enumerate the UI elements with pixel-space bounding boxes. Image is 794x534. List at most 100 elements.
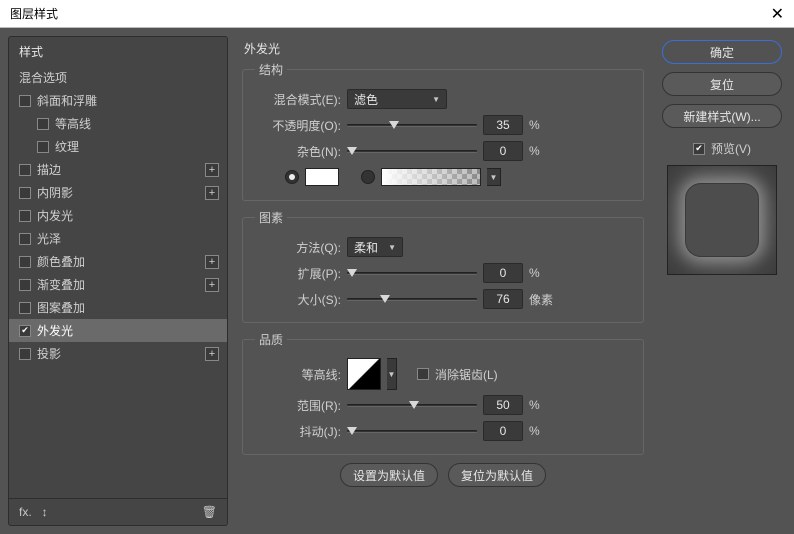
- range-label: 范围(R):: [255, 397, 341, 414]
- antialias-label: 消除锯齿(L): [435, 366, 498, 383]
- checkbox-contour[interactable]: [37, 118, 49, 130]
- jitter-input[interactable]: 0: [483, 421, 523, 441]
- sidebar-item-label: 外发光: [37, 322, 73, 339]
- opacity-label: 不透明度(O):: [255, 117, 341, 134]
- up-down-icon[interactable]: ↕: [42, 505, 48, 519]
- technique-dropdown[interactable]: 柔和 ▼: [347, 237, 403, 257]
- spread-input[interactable]: 0: [483, 263, 523, 283]
- noise-slider[interactable]: [347, 144, 477, 158]
- preview-label: 预览(V): [711, 140, 751, 157]
- checkbox-inner-glow[interactable]: [19, 210, 31, 222]
- sidebar-blending-options[interactable]: 混合选项: [9, 66, 227, 89]
- gradient-dropdown-icon[interactable]: ▼: [487, 168, 501, 186]
- sidebar-item-color-overlay[interactable]: 颜色叠加 +: [9, 250, 227, 273]
- size-slider[interactable]: [347, 292, 477, 306]
- sidebar-item-label: 颜色叠加: [37, 253, 85, 270]
- sidebar-item-stroke[interactable]: 描边 +: [9, 158, 227, 181]
- sidebar-item-gradient-overlay[interactable]: 渐变叠加 +: [9, 273, 227, 296]
- sidebar-item-bevel[interactable]: 斜面和浮雕: [9, 89, 227, 112]
- sidebar-header: 样式: [9, 37, 227, 66]
- sidebar-item-contour[interactable]: 等高线: [9, 112, 227, 135]
- right-panel: 确定 复位 新建样式(W)... 预览(V): [658, 36, 786, 526]
- checkbox-drop-shadow[interactable]: [19, 348, 31, 360]
- sidebar-item-texture[interactable]: 纹理: [9, 135, 227, 158]
- panel-title: 外发光: [244, 40, 644, 57]
- sidebar-item-label: 图案叠加: [37, 299, 85, 316]
- antialias-checkbox[interactable]: [417, 368, 429, 380]
- group-elements: 图素 方法(Q): 柔和 ▼ 扩展(P): 0 %: [242, 209, 644, 323]
- legend-elements: 图素: [255, 209, 287, 226]
- checkbox-outer-glow[interactable]: [19, 325, 31, 337]
- add-effect-icon[interactable]: +: [205, 255, 219, 269]
- sidebar-item-label: 内发光: [37, 207, 73, 224]
- jitter-unit: %: [529, 424, 559, 438]
- add-effect-icon[interactable]: +: [205, 347, 219, 361]
- jitter-slider[interactable]: [347, 424, 477, 438]
- sidebar-item-inner-shadow[interactable]: 内阴影 +: [9, 181, 227, 204]
- opacity-input[interactable]: 35: [483, 115, 523, 135]
- add-effect-icon[interactable]: +: [205, 163, 219, 177]
- size-label: 大小(S):: [255, 291, 341, 308]
- noise-input[interactable]: 0: [483, 141, 523, 161]
- jitter-label: 抖动(J):: [255, 423, 341, 440]
- checkbox-stroke[interactable]: [19, 164, 31, 176]
- blend-mode-dropdown[interactable]: 滤色 ▼: [347, 89, 447, 109]
- checkbox-inner-shadow[interactable]: [19, 187, 31, 199]
- reset-default-button[interactable]: 复位为默认值: [448, 463, 546, 487]
- checkbox-texture[interactable]: [37, 141, 49, 153]
- range-slider[interactable]: [347, 398, 477, 412]
- checkbox-color-overlay[interactable]: [19, 256, 31, 268]
- add-effect-icon[interactable]: +: [205, 186, 219, 200]
- checkbox-satin[interactable]: [19, 233, 31, 245]
- add-effect-icon[interactable]: +: [205, 278, 219, 292]
- opacity-slider[interactable]: [347, 118, 477, 132]
- checkbox-bevel[interactable]: [19, 95, 31, 107]
- cancel-button[interactable]: 复位: [662, 72, 782, 96]
- technique-value: 柔和: [354, 239, 378, 256]
- size-unit: 像素: [529, 291, 559, 308]
- preview-shape: [685, 183, 759, 257]
- spread-label: 扩展(P):: [255, 265, 341, 282]
- color-swatch[interactable]: [305, 168, 339, 186]
- styles-sidebar: 样式 混合选项 斜面和浮雕 等高线 纹理 描边 + 内阴影 + 内发光 光泽 颜…: [8, 36, 228, 526]
- preview-checkbox[interactable]: [693, 143, 705, 155]
- blend-mode-value: 滤色: [354, 91, 378, 108]
- noise-label: 杂色(N):: [255, 143, 341, 160]
- main-area: 外发光 结构 混合模式(E): 滤色 ▼ 不透明度(O): 35: [236, 36, 786, 526]
- set-default-button[interactable]: 设置为默认值: [340, 463, 438, 487]
- sidebar-item-label: 内阴影: [37, 184, 73, 201]
- fx-menu-icon[interactable]: fx.: [19, 505, 32, 519]
- spread-slider[interactable]: [347, 266, 477, 280]
- ok-button[interactable]: 确定: [662, 40, 782, 64]
- contour-dropdown-icon[interactable]: ▼: [387, 358, 397, 390]
- sidebar-footer: fx. ↕ 🗑: [9, 498, 227, 525]
- size-input[interactable]: 76: [483, 289, 523, 309]
- sidebar-item-drop-shadow[interactable]: 投影 +: [9, 342, 227, 365]
- sidebar-item-label: 等高线: [55, 115, 91, 132]
- blend-mode-label: 混合模式(E):: [255, 91, 341, 108]
- checkbox-gradient-overlay[interactable]: [19, 279, 31, 291]
- chevron-down-icon: ▼: [388, 243, 396, 252]
- new-style-button[interactable]: 新建样式(W)...: [662, 104, 782, 128]
- range-input[interactable]: 50: [483, 395, 523, 415]
- sidebar-item-inner-glow[interactable]: 内发光: [9, 204, 227, 227]
- settings-panel: 外发光 结构 混合模式(E): 滤色 ▼ 不透明度(O): 35: [236, 36, 650, 526]
- checkbox-pattern-overlay[interactable]: [19, 302, 31, 314]
- sidebar-item-label: 渐变叠加: [37, 276, 85, 293]
- contour-picker[interactable]: [347, 358, 381, 390]
- trash-icon[interactable]: 🗑: [202, 505, 217, 519]
- sidebar-item-label: 投影: [37, 345, 61, 362]
- close-icon[interactable]: ✕: [771, 4, 784, 24]
- sidebar-item-satin[interactable]: 光泽: [9, 227, 227, 250]
- gradient-radio[interactable]: [361, 170, 375, 184]
- preview-box: [667, 165, 777, 275]
- blending-options-label: 混合选项: [19, 69, 67, 86]
- dialog-body: 样式 混合选项 斜面和浮雕 等高线 纹理 描边 + 内阴影 + 内发光 光泽 颜…: [0, 28, 794, 534]
- sidebar-item-label: 斜面和浮雕: [37, 92, 97, 109]
- gradient-swatch[interactable]: [381, 168, 481, 186]
- contour-label: 等高线:: [255, 366, 341, 383]
- sidebar-item-pattern-overlay[interactable]: 图案叠加: [9, 296, 227, 319]
- group-quality: 品质 等高线: ▼ 消除锯齿(L) 范围(R): 50 %: [242, 331, 644, 455]
- color-radio[interactable]: [285, 170, 299, 184]
- sidebar-item-outer-glow[interactable]: 外发光: [9, 319, 227, 342]
